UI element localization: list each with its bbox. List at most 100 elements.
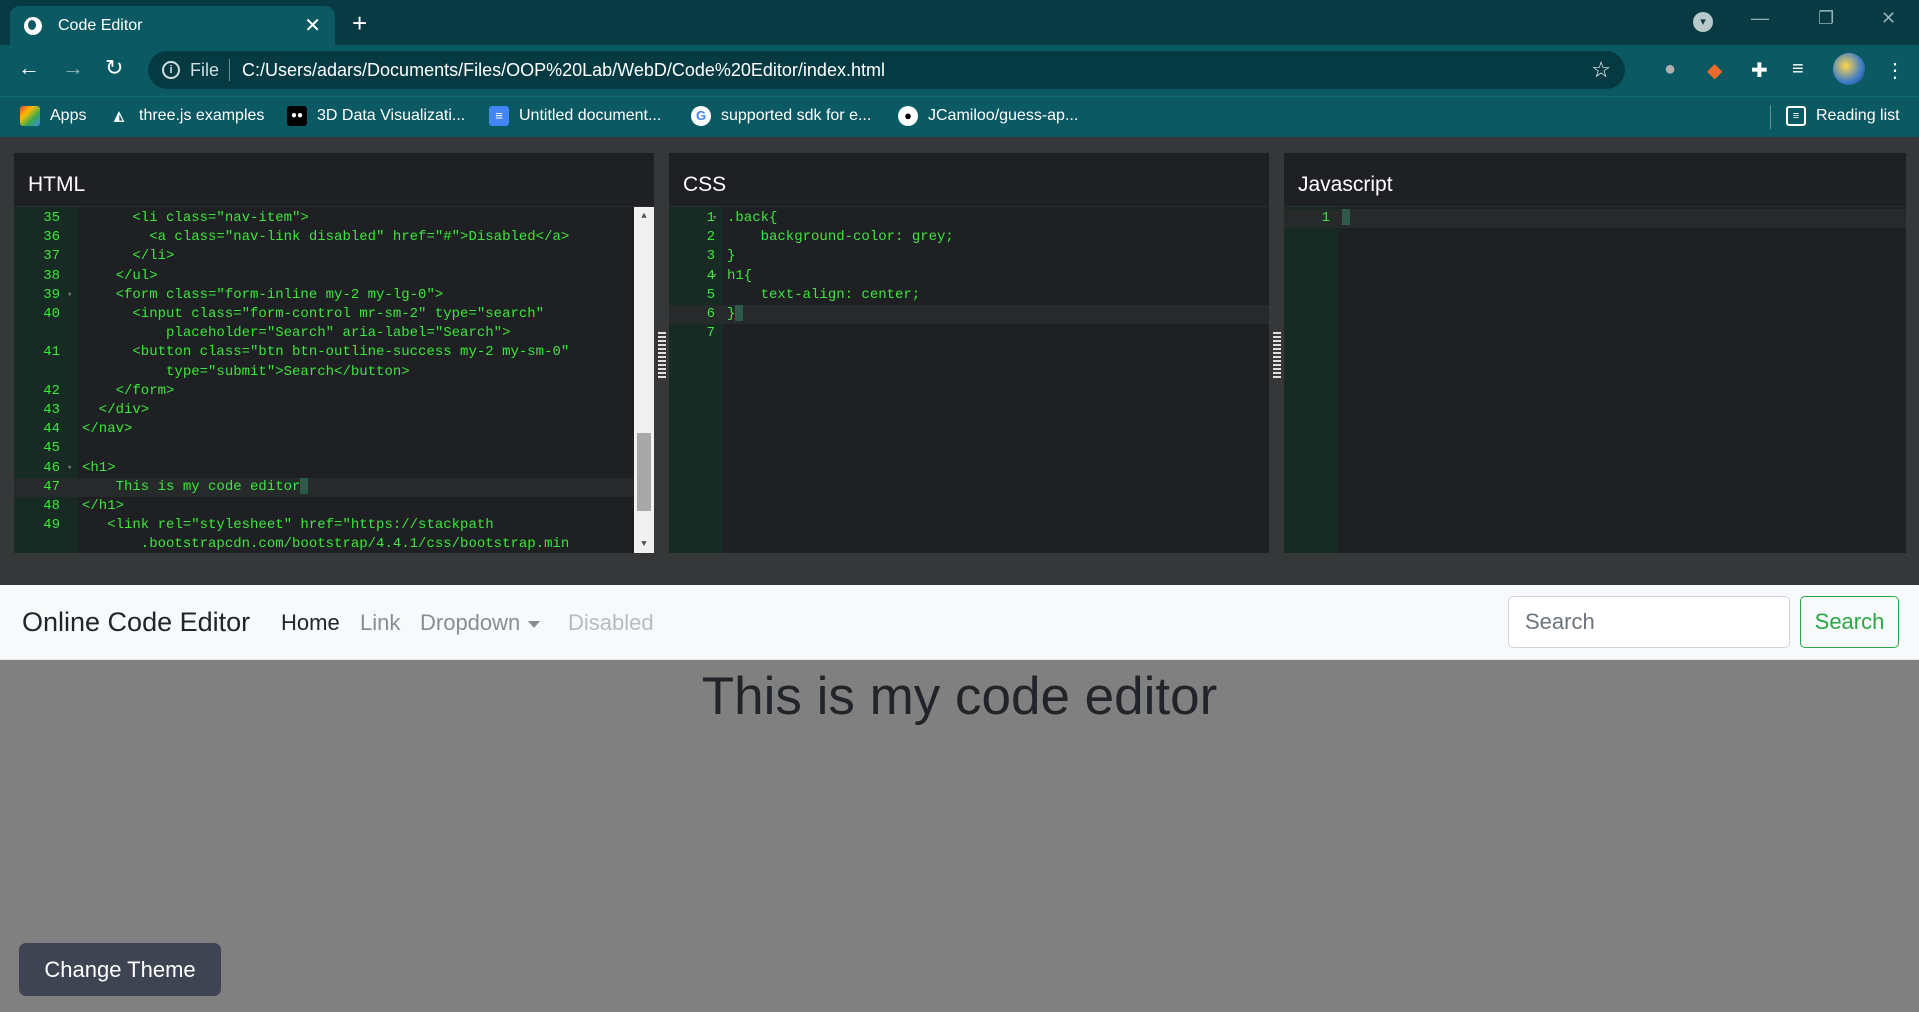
code-line[interactable]: 7 — [669, 324, 1269, 343]
navbar-brand[interactable]: Online Code Editor — [22, 607, 250, 638]
code-text: </form> — [82, 382, 175, 399]
scrollbar-thumb[interactable] — [637, 433, 651, 511]
css-code-editor[interactable]: 1 ▾ .back{2 background-color: grey; 3} 4 ▾ h1{… — [669, 207, 1269, 553]
bookmark-github[interactable]: ● JCamiloo/guess-ap... — [898, 106, 1078, 126]
extension-icon[interactable]: ◆ — [1707, 58, 1722, 83]
fold-arrow-icon[interactable]: ▾ — [67, 286, 72, 305]
threejs-icon: ◭ — [114, 108, 124, 123]
scroll-up-icon[interactable]: ▲ — [634, 207, 654, 225]
code-line[interactable]: 2 background-color: grey; — [669, 228, 1269, 247]
line-number: 2 — [706, 229, 715, 246]
code-text: <link rel="stylesheet" href="https://sta… — [82, 517, 494, 534]
tab-search-icon[interactable]: ▾ — [1693, 12, 1713, 32]
info-icon[interactable]: i — [162, 61, 180, 79]
line-number: 1 — [706, 210, 715, 226]
window-close-icon[interactable]: ✕ — [1881, 8, 1896, 29]
bookmark-untitled-doc[interactable]: ≡ Untitled document... — [489, 106, 661, 126]
code-line[interactable]: 45 — [14, 439, 654, 458]
line-number: 44 — [43, 421, 60, 438]
code-line[interactable]: type="submit">Search</button> — [14, 363, 654, 382]
address-bar[interactable]: i File C:/Users/adars/Documents/Files/OO… — [148, 51, 1625, 89]
reading-list-button[interactable]: ≡ Reading list — [1786, 106, 1900, 126]
code-text: <li class="nav-item"> — [82, 210, 309, 226]
javascript-code-editor[interactable]: 1 — [1284, 207, 1906, 553]
scroll-down-icon[interactable]: ▼ — [634, 535, 654, 553]
code-text: placeholder="Search" aria-label="Search"… — [82, 325, 511, 342]
fold-arrow-icon[interactable]: ▾ — [712, 209, 717, 228]
code-line[interactable]: 6} — [669, 305, 1269, 324]
fold-arrow-icon[interactable]: ▾ — [67, 459, 72, 478]
code-line[interactable]: 3} — [669, 247, 1269, 266]
nav-link-link[interactable]: Link — [360, 610, 400, 636]
code-text: </li> — [82, 248, 175, 265]
code-text: text-align: center; — [727, 286, 921, 303]
code-line[interactable]: 40 <input class="form-control mr-sm-2" t… — [14, 305, 654, 324]
line-number: 38 — [43, 267, 60, 284]
code-text: background-color: grey; — [727, 229, 954, 246]
puzzle-icon[interactable]: ✚ — [1751, 58, 1768, 83]
code-line[interactable]: 46 ▾ <h1> — [14, 459, 654, 478]
line-number: 47 — [43, 478, 60, 495]
text-cursor — [735, 305, 744, 322]
reload-icon[interactable]: ↻ — [105, 55, 123, 81]
new-tab-button[interactable]: + — [352, 8, 367, 39]
media-icon[interactable]: ≡ — [1792, 58, 1804, 81]
code-line[interactable]: 39 ▾ <form class="form-inline my-2 my-lg-… — [14, 286, 654, 305]
fold-arrow-icon[interactable]: ▾ — [712, 267, 717, 286]
code-line[interactable]: 44 </nav> — [14, 420, 654, 439]
tab-close-icon[interactable]: ✕ — [304, 13, 321, 38]
line-number: 43 — [43, 402, 60, 418]
code-line[interactable]: 4 ▾ h1{ — [669, 267, 1269, 286]
bookmark-apps[interactable]: Apps — [20, 106, 86, 126]
bookmark-star-icon[interactable]: ☆ — [1591, 57, 1611, 83]
bookmark-3d-data[interactable]: ●● 3D Data Visualizati... — [287, 106, 465, 126]
resize-handle[interactable] — [658, 332, 666, 378]
line-number: 5 — [706, 286, 715, 303]
code-line[interactable]: 5 text-align: center; — [669, 286, 1269, 305]
html-code-editor[interactable]: 35 <li class="nav-item"> 36 <a class="nav… — [14, 207, 654, 553]
code-line[interactable]: 1 — [1284, 209, 1906, 228]
bookmark-threejs[interactable]: ◭ three.js examples — [109, 106, 264, 126]
code-line[interactable]: 49 <link rel="stylesheet" href="https://… — [14, 516, 654, 535]
line-number: 7 — [706, 325, 715, 342]
extension-icon[interactable]: ● — [1664, 58, 1676, 81]
editor-area: HTML 35 <li class="nav-item"> 36 <a class… — [0, 137, 1919, 585]
code-line[interactable]: 35 <li class="nav-item"> — [14, 209, 654, 228]
url-text[interactable]: C:/Users/adars/Documents/Files/OOP%20Lab… — [242, 60, 1591, 81]
browser-tab[interactable]: Code Editor ✕ — [10, 6, 335, 45]
line-number: 46 — [43, 459, 60, 476]
browser-tab-bar: Code Editor ✕ + ▾ — ❐ ✕ — [0, 0, 1919, 45]
back-icon[interactable]: ← — [18, 55, 40, 81]
avatar[interactable] — [1833, 53, 1865, 85]
restore-icon[interactable]: ❐ — [1818, 8, 1834, 29]
line-number: 45 — [43, 440, 60, 457]
divider — [229, 59, 231, 81]
code-text: .bootstrapcdn.com/bootstrap/4.4.1/css/bo… — [82, 536, 570, 553]
bookmark-sdk[interactable]: G supported sdk for e... — [691, 106, 871, 126]
code-line[interactable]: 43 </div> — [14, 401, 654, 420]
code-line[interactable]: 36 <a class="nav-link disabled" href="#"… — [14, 228, 654, 247]
code-line[interactable]: placeholder="Search" aria-label="Search"… — [14, 324, 654, 343]
code-line[interactable]: 47 This is my code editor — [14, 477, 654, 497]
code-line[interactable]: 48 </h1> — [14, 497, 654, 516]
code-line[interactable]: 38 </ul> — [14, 267, 654, 286]
forward-icon[interactable]: → — [62, 55, 84, 81]
menu-icon[interactable]: ⋮ — [1885, 58, 1905, 83]
search-button[interactable]: Search — [1800, 596, 1899, 648]
code-line[interactable]: 37 </li> — [14, 247, 654, 266]
code-line[interactable]: .bootstrapcdn.com/bootstrap/4.4.1/css/bo… — [14, 535, 654, 553]
resize-handle[interactable] — [1273, 332, 1281, 378]
change-theme-button[interactable]: Change Theme — [19, 943, 221, 996]
apps-grid-icon — [20, 106, 40, 126]
code-line[interactable]: 41 <button class="btn btn-outline-succes… — [14, 343, 654, 362]
code-text: </nav> — [82, 421, 133, 438]
line-number: 37 — [43, 248, 60, 265]
nav-dropdown[interactable]: Dropdown — [420, 610, 541, 636]
minimize-icon[interactable]: — — [1751, 8, 1769, 29]
code-line[interactable]: 42 </form> — [14, 382, 654, 401]
code-line[interactable]: 1 ▾ .back{ — [669, 209, 1269, 228]
search-input[interactable]: Search — [1508, 596, 1790, 648]
nav-link-home[interactable]: Home — [281, 610, 340, 636]
line-gutter — [1284, 207, 1338, 553]
vertical-scrollbar[interactable]: ▲ ▼ — [634, 207, 654, 553]
